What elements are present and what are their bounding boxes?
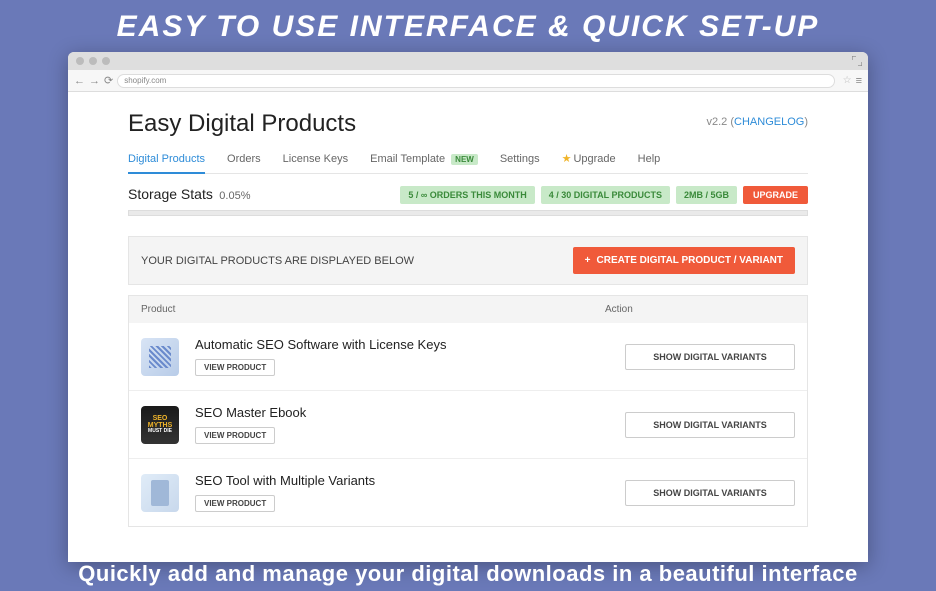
view-product-button[interactable]: VIEW PRODUCT [195, 359, 275, 376]
reload-icon[interactable]: ⟳ [104, 74, 113, 87]
table-row: SEO Tool with Multiple Variants VIEW PRO… [129, 459, 807, 526]
banner-top: EASY TO USE INTERFACE & QUICK SET-UP [0, 0, 936, 52]
browser-traffic-lights [76, 57, 110, 65]
tab-email-template[interactable]: Email Template NEW [370, 153, 478, 165]
table-row: Automatic SEO Software with License Keys… [129, 323, 807, 391]
banner-bottom: Quickly add and manage your digital down… [0, 561, 936, 587]
orders-badge: 5 / ∞ ORDERS THIS MONTH [400, 186, 534, 204]
expand-icon[interactable] [852, 56, 862, 66]
maximize-dot-icon[interactable] [102, 57, 110, 65]
changelog-link[interactable]: CHANGELOG [734, 116, 804, 128]
product-thumbnail: SEOMYTHSMUST DIE [141, 406, 179, 444]
forward-arrow-icon[interactable]: → [89, 75, 100, 87]
create-btn-label: CREATE DIGITAL PRODUCT / VARIANT [597, 255, 783, 266]
minimize-dot-icon[interactable] [89, 57, 97, 65]
storage-row: Storage Stats 0.05% 5 / ∞ ORDERS THIS MO… [128, 174, 808, 210]
product-name: SEO Master Ebook [195, 405, 625, 420]
storage-progress-bar [128, 210, 808, 216]
display-header: YOUR DIGITAL PRODUCTS ARE DISPLAYED BELO… [128, 236, 808, 285]
upgrade-button[interactable]: UPGRADE [743, 186, 808, 204]
show-variants-button[interactable]: SHOW DIGITAL VARIANTS [625, 412, 795, 438]
browser-titlebar [68, 52, 868, 70]
tab-license-keys[interactable]: License Keys [283, 153, 348, 165]
product-list: Automatic SEO Software with License Keys… [128, 323, 808, 527]
products-badge: 4 / 30 DIGITAL PRODUCTS [541, 186, 670, 204]
version-text: v2.2 [707, 116, 728, 128]
product-name: SEO Tool with Multiple Variants [195, 473, 625, 488]
show-variants-button[interactable]: SHOW DIGITAL VARIANTS [625, 344, 795, 370]
version-info: v2.2 (CHANGELOG) [707, 116, 809, 128]
create-product-button[interactable]: + CREATE DIGITAL PRODUCT / VARIANT [573, 247, 795, 274]
storage-label: Storage Stats [128, 186, 213, 202]
table-row: SEOMYTHSMUST DIE SEO Master Ebook VIEW P… [129, 391, 807, 459]
bookmark-star-icon[interactable]: ☆ [843, 75, 852, 86]
stat-badges: 5 / ∞ ORDERS THIS MONTH 4 / 30 DIGITAL P… [400, 186, 808, 204]
tab-digital-products[interactable]: Digital Products [128, 153, 205, 165]
size-badge: 2MB / 5GB [676, 186, 737, 204]
back-arrow-icon[interactable]: ← [74, 75, 85, 87]
product-thumbnail [141, 338, 179, 376]
product-main: SEO Tool with Multiple Variants VIEW PRO… [195, 473, 625, 512]
url-input[interactable]: shopify.com [117, 74, 834, 88]
star-icon: ★ [562, 153, 572, 165]
tab-settings[interactable]: Settings [500, 153, 540, 165]
product-main: Automatic SEO Software with License Keys… [195, 337, 625, 376]
storage-title: Storage Stats 0.05% [128, 186, 250, 204]
storage-percent: 0.05% [219, 190, 250, 202]
col-product: Product [141, 304, 605, 315]
browser-window: ← → ⟳ shopify.com ☆ ≡ Easy Digital Produ… [68, 52, 868, 562]
tab-bar: Digital Products Orders License Keys Ema… [128, 152, 808, 174]
app-header: Easy Digital Products v2.2 (CHANGELOG) [128, 110, 808, 138]
show-variants-button[interactable]: SHOW DIGITAL VARIANTS [625, 480, 795, 506]
tab-email-label: Email Template [370, 153, 445, 165]
product-thumbnail [141, 474, 179, 512]
product-name: Automatic SEO Software with License Keys [195, 337, 625, 352]
url-text: shopify.com [124, 76, 166, 85]
tab-orders[interactable]: Orders [227, 153, 261, 165]
plus-icon: + [585, 255, 591, 266]
tab-upgrade-label: Upgrade [573, 153, 615, 165]
new-badge: NEW [451, 154, 478, 165]
close-dot-icon[interactable] [76, 57, 84, 65]
menu-icon[interactable]: ≡ [856, 75, 862, 87]
app-title: Easy Digital Products [128, 110, 356, 138]
product-main: SEO Master Ebook VIEW PRODUCT [195, 405, 625, 444]
tab-help[interactable]: Help [638, 153, 661, 165]
view-product-button[interactable]: VIEW PRODUCT [195, 495, 275, 512]
tab-upgrade[interactable]: ★Upgrade [562, 152, 616, 165]
table-header: Product Action [128, 295, 808, 323]
app-content: Easy Digital Products v2.2 (CHANGELOG) D… [68, 92, 868, 562]
view-product-button[interactable]: VIEW PRODUCT [195, 427, 275, 444]
col-action: Action [605, 304, 795, 315]
display-message: YOUR DIGITAL PRODUCTS ARE DISPLAYED BELO… [141, 255, 414, 267]
browser-addressbar: ← → ⟳ shopify.com ☆ ≡ [68, 70, 868, 92]
